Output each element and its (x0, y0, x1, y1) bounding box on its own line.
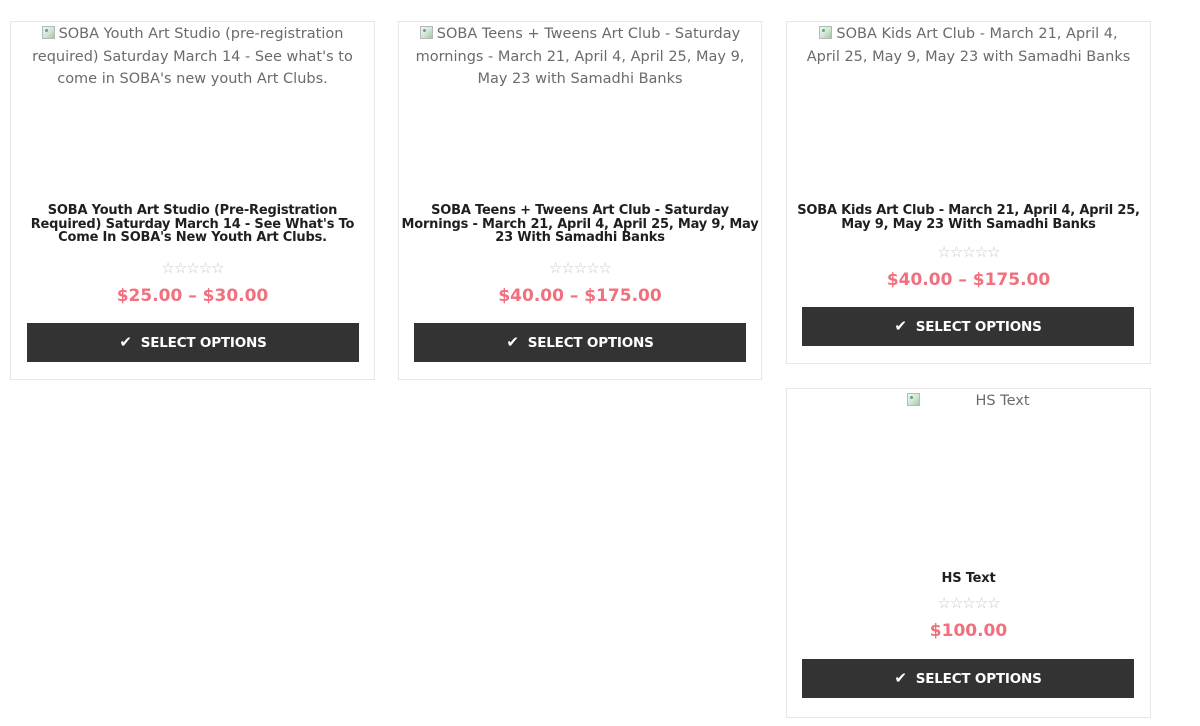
checkmark-icon: ✔ (894, 669, 907, 687)
product-card: SOBA Kids Art Club - March 21, April 4, … (786, 21, 1151, 364)
product-card: SOBA Youth Art Studio (pre-registration … (10, 21, 375, 380)
rating-stars-icon: ☆☆☆☆☆ (937, 244, 1000, 261)
checkmark-icon: ✔ (506, 333, 519, 351)
rating-stars-icon: ☆☆☆☆☆ (548, 260, 612, 277)
product-image[interactable]: HS Text (787, 389, 1150, 413)
select-options-button[interactable]: ✔ SELECT OPTIONS (802, 307, 1134, 346)
select-options-label: SELECT OPTIONS (527, 334, 654, 351)
select-options-button[interactable]: ✔ SELECT OPTIONS (414, 323, 746, 362)
broken-image-icon (41, 26, 55, 39)
product-title[interactable]: SOBA Kids Art Club - March 21, April 4, … (789, 204, 1148, 231)
product-price: $40.00 – $175.00 (886, 270, 1051, 290)
product-card: HS Text HS Text ☆☆☆☆☆ $100.00 ✔ SELECT O… (786, 388, 1151, 718)
product-image-alt: SOBA Kids Art Club - March 21, April 4, … (806, 26, 1131, 65)
product-image[interactable]: SOBA Kids Art Club - March 21, April 4, … (787, 22, 1150, 68)
product-image-alt: SOBA Youth Art Studio (pre-registration … (32, 26, 353, 87)
product-title[interactable]: HS Text (789, 572, 1148, 586)
rating-stars-icon: ☆☆☆☆☆ (937, 595, 1000, 612)
product-image[interactable]: SOBA Youth Art Studio (pre-registration … (11, 22, 374, 91)
select-options-label: SELECT OPTIONS (915, 670, 1042, 687)
checkmark-icon: ✔ (894, 317, 907, 335)
product-price: $25.00 – $30.00 (116, 286, 269, 306)
broken-image-icon (419, 26, 433, 39)
product-title[interactable]: SOBA Teens + Tweens Art Club - Saturday … (401, 204, 759, 245)
product-title[interactable]: SOBA Youth Art Studio (Pre-Registration … (13, 204, 372, 245)
select-options-button[interactable]: ✔ SELECT OPTIONS (27, 323, 359, 362)
product-card: SOBA Teens + Tweens Art Club - Saturday … (398, 21, 762, 380)
select-options-label: SELECT OPTIONS (140, 334, 267, 351)
rating-stars-icon: ☆☆☆☆☆ (161, 260, 224, 277)
select-options-button[interactable]: ✔ SELECT OPTIONS (802, 659, 1134, 698)
broken-image-icon (819, 26, 833, 39)
product-image[interactable]: SOBA Teens + Tweens Art Club - Saturday … (399, 22, 761, 91)
product-price: $40.00 – $175.00 (498, 286, 662, 306)
product-image-alt: HS Text (869, 389, 1069, 413)
product-price: $100.00 (929, 621, 1008, 641)
select-options-label: SELECT OPTIONS (915, 318, 1042, 335)
broken-image-icon (907, 393, 921, 406)
product-image-alt: SOBA Teens + Tweens Art Club - Saturday … (415, 26, 745, 87)
checkmark-icon: ✔ (119, 333, 132, 351)
